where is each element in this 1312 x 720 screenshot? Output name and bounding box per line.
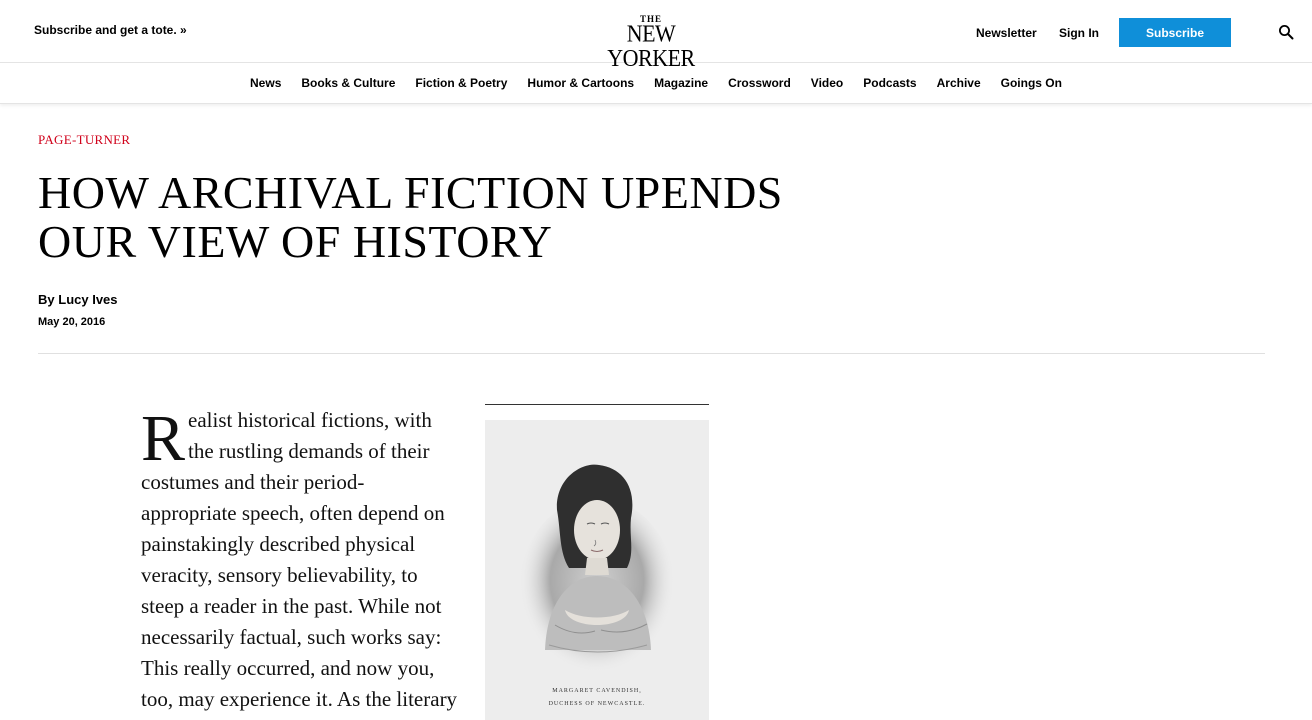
subscribe-button[interactable]: Subscribe bbox=[1119, 18, 1231, 47]
byline-prefix: By bbox=[38, 292, 55, 307]
nav-list: News Books & Culture Fiction & Poetry Humor… bbox=[0, 63, 1312, 103]
nav-item-news[interactable]: News bbox=[250, 76, 281, 90]
top-bar: Subscribe and get a tote. » THE NEW YORK… bbox=[0, 0, 1312, 70]
search-icon[interactable] bbox=[1278, 24, 1294, 40]
rubric-link[interactable]: PAGE-TURNER bbox=[38, 132, 130, 148]
drop-cap: R bbox=[141, 402, 186, 475]
caption-line-1: MARGARET CAVENDISH, bbox=[552, 688, 642, 694]
body-paragraph: ealist historical fictions, with the rus… bbox=[141, 408, 458, 711]
nav-item-video[interactable]: Video bbox=[811, 76, 843, 90]
byline: By Lucy Ives bbox=[38, 292, 118, 307]
nav-item-humor-cartoons[interactable]: Humor & Cartoons bbox=[527, 76, 634, 90]
article-image[interactable]: MARGARET CAVENDISH, DUCHESS OF NEWCASTLE… bbox=[485, 420, 709, 720]
site-logo[interactable]: THE NEW YORKER bbox=[589, 15, 713, 70]
nav-item-crossword[interactable]: Crossword bbox=[728, 76, 791, 90]
header-divider bbox=[38, 353, 1265, 354]
nav-item-goings-on[interactable]: Goings On bbox=[1001, 76, 1062, 90]
nav-item-podcasts[interactable]: Podcasts bbox=[863, 76, 916, 90]
nav-item-fiction-poetry[interactable]: Fiction & Poetry bbox=[415, 76, 507, 90]
main-nav: News Books & Culture Fiction & Poetry Humor… bbox=[0, 63, 1312, 104]
nav-item-archive[interactable]: Archive bbox=[937, 76, 981, 90]
sign-in-link[interactable]: Sign In bbox=[1059, 26, 1099, 40]
newsletter-link[interactable]: Newsletter bbox=[976, 26, 1037, 40]
figure-divider bbox=[485, 404, 709, 405]
caption-line-2: DUCHESS OF NEWCASTLE. bbox=[548, 701, 646, 707]
article-title: HOW ARCHIVAL FICTION UPENDS OUR VIEW OF … bbox=[38, 167, 783, 267]
nav-item-magazine[interactable]: Magazine bbox=[654, 76, 708, 90]
promo-link[interactable]: Subscribe and get a tote. » bbox=[34, 23, 187, 37]
article-body: Realist historical fictions, with the ru… bbox=[141, 405, 459, 715]
nav-item-books-culture[interactable]: Books & Culture bbox=[301, 76, 395, 90]
author-link[interactable]: Lucy Ives bbox=[58, 292, 117, 307]
engraved-portrait bbox=[519, 464, 675, 682]
publish-date: May 20, 2016 bbox=[38, 316, 106, 328]
